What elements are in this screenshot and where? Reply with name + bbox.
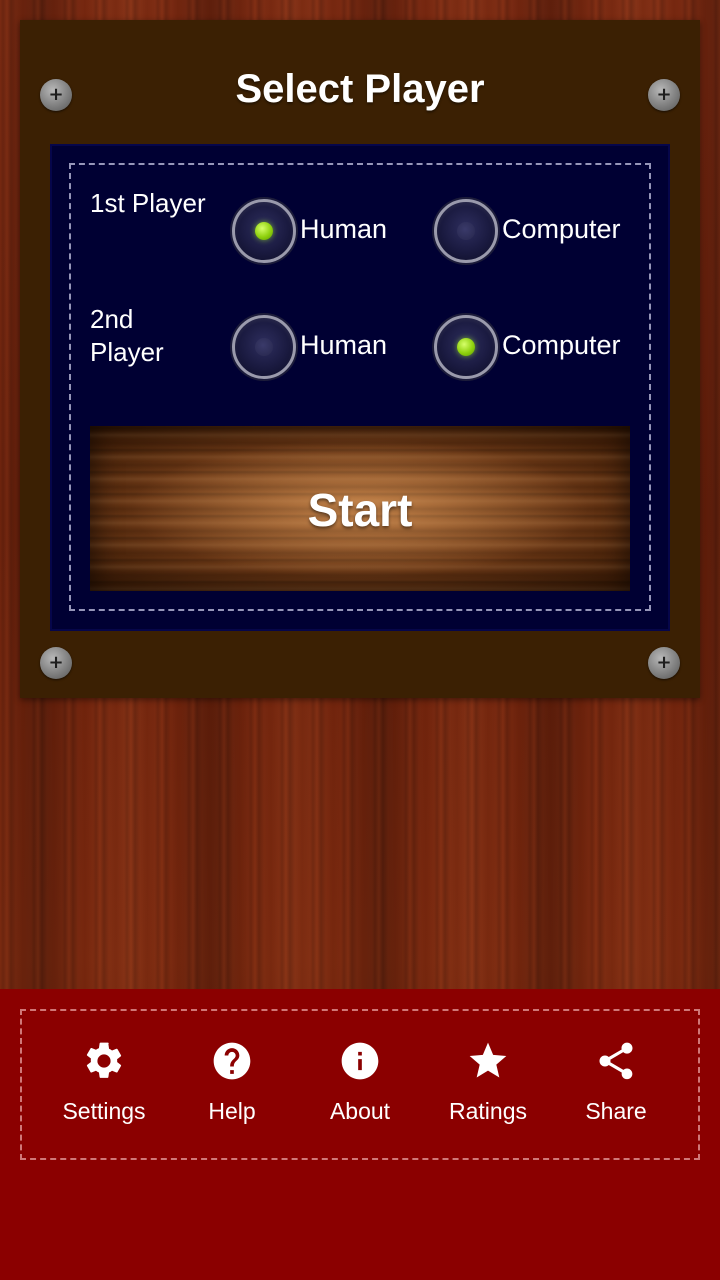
radio-button[interactable] (434, 199, 498, 263)
share-icon (599, 1042, 633, 1080)
help-label: Help (208, 1098, 256, 1124)
player-row-2: 2nd Player Human Computer (50, 303, 670, 383)
option-label: Human (300, 330, 388, 360)
option-label: Computer (502, 330, 621, 360)
help-button[interactable]: Help (168, 1039, 296, 1139)
radio-button[interactable] (232, 199, 296, 263)
share-label: Share (585, 1098, 647, 1124)
help-icon (213, 1042, 251, 1080)
radio-dot-icon (255, 222, 273, 240)
option-label: Computer (502, 214, 621, 244)
share-button[interactable]: Share (552, 1039, 680, 1139)
settings-button[interactable]: Settings (40, 1039, 168, 1139)
radio-dot-icon (457, 338, 475, 356)
info-icon (341, 1042, 379, 1080)
screw-icon: + (40, 647, 72, 679)
star-icon (469, 1042, 507, 1078)
ratings-label: Ratings (449, 1098, 527, 1124)
page-title: Select Player (235, 67, 485, 111)
ratings-button[interactable]: Ratings (424, 1039, 552, 1139)
start-label: Start (307, 484, 413, 536)
about-button[interactable]: About (296, 1039, 424, 1139)
option-label: Human (300, 214, 388, 244)
player-selection-box: 1st Player Human Computer 2nd Player Hum… (50, 144, 670, 631)
radio-button[interactable] (434, 315, 498, 379)
player-1-label: 1st Player (90, 188, 206, 218)
gear-icon (86, 1042, 122, 1078)
about-label: About (329, 1098, 391, 1124)
start-button[interactable]: Start (90, 426, 630, 591)
radio-dot-icon (255, 338, 273, 356)
bottom-nav-bar: Settings Help About Ratings Share (0, 989, 720, 1280)
settings-label: Settings (62, 1098, 146, 1124)
player-2-label: 2nd Player (90, 304, 164, 367)
radio-dot-icon (457, 222, 475, 240)
player-row-1: 1st Player Human Computer (50, 187, 670, 267)
select-player-panel: + + + + Select Player 1st Player Human C… (20, 20, 700, 698)
radio-button[interactable] (232, 315, 296, 379)
screw-icon: + (648, 647, 680, 679)
